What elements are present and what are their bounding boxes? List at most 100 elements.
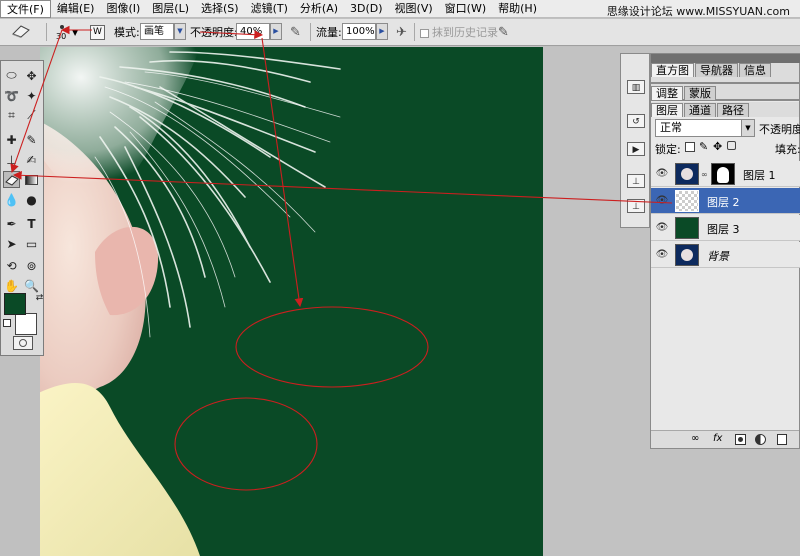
3d-rotate-icon[interactable]: ⟲ <box>3 257 20 274</box>
erase-to-history-checkbox[interactable]: 抹到历史记录 <box>420 23 498 42</box>
new-layer-icon[interactable] <box>777 434 787 445</box>
healing-brush-icon[interactable]: ✚ <box>3 131 20 148</box>
dodge-tool-icon[interactable]: ● <box>23 191 40 208</box>
move-tool-icon[interactable]: ✥ <box>23 67 40 84</box>
link-icon[interactable]: ∞ <box>691 433 699 444</box>
layer-thumbnail <box>675 217 699 239</box>
opacity-slider-icon[interactable]: ▶ <box>270 23 282 40</box>
document-canvas[interactable] <box>40 47 543 556</box>
history-brush-icon[interactable]: ✍ <box>23 151 40 168</box>
tool-presets-icon[interactable]: ⊥ <box>627 174 645 188</box>
chevron-down-icon[interactable]: ▼ <box>741 120 754 136</box>
brush-size: 30 <box>56 32 67 41</box>
marquee-tool-icon[interactable]: ⬭ <box>3 67 20 84</box>
3d-orbit-icon[interactable]: ⊚ <box>23 257 40 274</box>
adjustments-panel: 调整 蒙版 <box>650 83 800 100</box>
menu-file[interactable]: 文件(F) <box>0 0 51 18</box>
menu-edit[interactable]: 编辑(E) <box>51 0 101 18</box>
tab-masks[interactable]: 蒙版 <box>684 86 716 100</box>
lock-all-icon[interactable] <box>727 141 736 150</box>
tab-info[interactable]: 信息 <box>739 63 771 77</box>
path-selection-icon[interactable]: ➤ <box>3 235 20 252</box>
menu-filter[interactable]: 滤镜(T) <box>245 0 294 18</box>
blur-tool-icon[interactable]: 💧 <box>3 191 20 208</box>
quick-selection-tool-icon[interactable]: ✦ <box>23 87 40 104</box>
foreground-color-swatch[interactable] <box>4 293 26 315</box>
flow-input[interactable]: 100% <box>342 23 376 40</box>
fx-icon[interactable]: fx <box>713 433 722 444</box>
lasso-tool-icon[interactable]: ➰ <box>3 87 20 104</box>
clone-stamp-icon[interactable]: ⊥ <box>3 151 20 168</box>
tab-layers[interactable]: 图层 <box>651 103 683 117</box>
airbrush-icon[interactable]: ✈ <box>396 23 407 42</box>
default-colors-icon[interactable] <box>3 319 11 327</box>
gradient-tool-icon[interactable] <box>23 171 40 188</box>
layers-panel-footer: ∞ fx <box>651 430 799 448</box>
blend-mode-select[interactable]: 正常 ▼ <box>655 119 755 137</box>
chain-link-icon[interactable]: ∞ <box>701 170 708 179</box>
layers-panel: 图层 通道 路径 正常 ▼ 不透明度: 锁定: ✎ ✥ 填充: 👁 ∞ 图层 1… <box>650 100 800 449</box>
menu-window[interactable]: 窗口(W) <box>439 0 492 18</box>
mode-label: 模式: <box>114 26 140 39</box>
menu-image[interactable]: 图像(I) <box>100 0 146 18</box>
lock-transparency-icon[interactable] <box>685 142 695 152</box>
menu-3d[interactable]: 3D(D) <box>344 0 389 18</box>
layer-row[interactable]: 👁 背景 <box>651 242 800 268</box>
brush-tool-icon[interactable]: ✎ <box>23 131 40 148</box>
histogram-icon[interactable]: ▥ <box>627 80 645 94</box>
pen-tool-icon[interactable]: ✒ <box>3 215 20 232</box>
layer-opacity-label: 不透明度: <box>759 123 800 136</box>
menu-select[interactable]: 选择(S) <box>195 0 245 18</box>
menu-view[interactable]: 视图(V) <box>389 0 439 18</box>
chevron-down-icon[interactable]: ▼ <box>72 23 78 42</box>
flow-slider-icon[interactable]: ▶ <box>376 23 388 40</box>
tab-navigator[interactable]: 导航器 <box>695 63 738 77</box>
mode-select[interactable]: 画笔 <box>140 23 174 40</box>
eye-icon[interactable]: 👁 <box>655 221 669 235</box>
brush-panel-icon[interactable]: W <box>90 25 105 40</box>
eraser-tool-icon[interactable] <box>3 171 20 188</box>
pressure-opacity-icon[interactable]: ✎ <box>290 23 301 42</box>
shape-tool-icon[interactable]: ▭ <box>23 235 40 252</box>
type-tool-icon[interactable]: T <box>23 215 40 232</box>
actions-icon[interactable]: ▶ <box>627 142 645 156</box>
swap-colors-icon[interactable]: ⇄ <box>31 289 48 306</box>
eraser-icon[interactable] <box>6 23 36 42</box>
layer-mask-thumbnail[interactable] <box>711 163 735 185</box>
options-bar: 30 ▼ W 模式: 画笔 ▼ 不透明度: 40% ▶ ✎ 流量: 100% ▶… <box>0 19 800 46</box>
clone-source-icon[interactable]: ⊥ <box>627 199 645 213</box>
panel-dock-icons: ▥ ↺ ▶ ⊥ ⊥ <box>620 53 650 228</box>
tab-channels[interactable]: 通道 <box>684 103 716 117</box>
opacity-label: 不透明度: <box>190 26 238 39</box>
lock-pixels-icon[interactable]: ✎ <box>699 140 708 153</box>
layer-row[interactable]: 👁 图层 3 <box>651 215 800 241</box>
layer-name: 背景 <box>707 250 729 263</box>
hand-tool-icon[interactable]: ✋ <box>3 277 20 294</box>
lock-position-icon[interactable]: ✥ <box>713 140 722 153</box>
eye-icon[interactable]: 👁 <box>655 194 669 208</box>
tab-histogram[interactable]: 直方图 <box>651 63 694 77</box>
separator <box>310 23 311 41</box>
eye-icon[interactable]: 👁 <box>655 167 669 181</box>
pressure-size-icon[interactable]: ✎ <box>498 23 509 42</box>
tab-paths[interactable]: 路径 <box>717 103 749 117</box>
layer-row[interactable]: 👁 ∞ 图层 1 <box>651 161 800 187</box>
layer-name: 图层 1 <box>743 169 776 182</box>
eye-icon[interactable]: 👁 <box>655 248 669 262</box>
mode-dropdown-icon[interactable]: ▼ <box>174 23 186 40</box>
menu-help[interactable]: 帮助(H) <box>492 0 543 18</box>
menu-layer[interactable]: 图层(L) <box>146 0 195 18</box>
menu-analysis[interactable]: 分析(A) <box>294 0 344 18</box>
eyedropper-tool-icon[interactable]: ⟋ <box>23 107 40 124</box>
tab-adjustments[interactable]: 调整 <box>651 86 683 100</box>
mask-icon[interactable] <box>735 434 746 445</box>
quick-mask-icon[interactable] <box>13 336 33 350</box>
flow-label: 流量: <box>316 26 342 39</box>
adjustment-icon[interactable] <box>755 434 766 445</box>
layer-row[interactable]: 👁 图层 2 <box>651 188 800 214</box>
background-color-swatch[interactable] <box>15 313 37 335</box>
crop-tool-icon[interactable]: ⌗ <box>3 107 20 124</box>
history-icon[interactable]: ↺ <box>627 114 645 128</box>
opacity-input[interactable]: 40% <box>236 23 270 40</box>
separator <box>46 23 47 41</box>
